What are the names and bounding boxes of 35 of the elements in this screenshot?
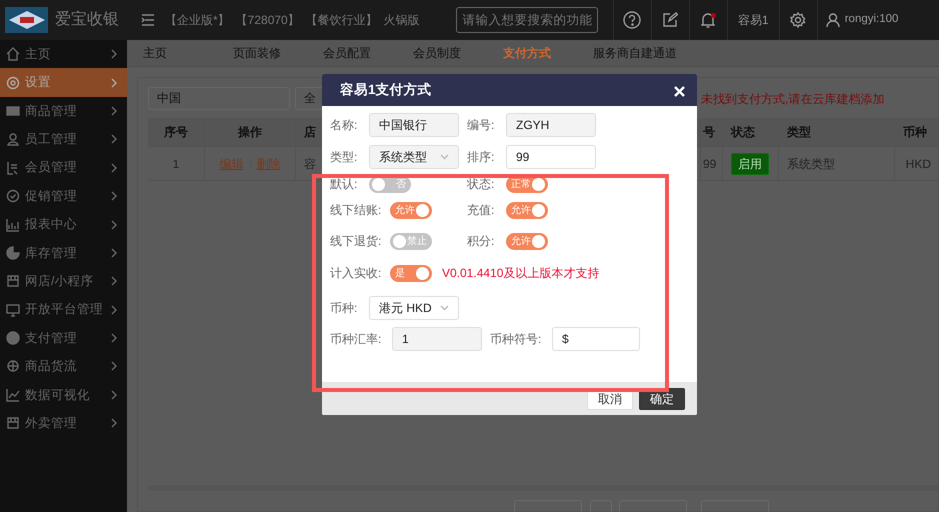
field-label: 充值: xyxy=(467,202,496,219)
notice-text: 未找到支付方式,请在云库建档添加 xyxy=(701,91,884,108)
field-label: 币种符号: xyxy=(490,331,542,348)
column-header: 币种 xyxy=(895,118,939,146)
column-header: 类型 xyxy=(779,118,895,146)
name-field: 中国银行 xyxy=(369,113,459,137)
field-label: 计入实收: xyxy=(330,265,382,282)
header-tag: 【餐饮行业】 xyxy=(306,11,378,29)
field-label: 类型: xyxy=(330,149,358,166)
table-cell: 99 xyxy=(701,147,723,180)
field-label: 币种: xyxy=(330,300,358,317)
header-tag: 【企业版*】 xyxy=(165,11,230,29)
column-header: 操作 xyxy=(205,118,296,146)
field-label: 币种汇率: xyxy=(330,331,382,348)
field-label: 编号: xyxy=(467,117,496,134)
logo-text: 爱宝收银 xyxy=(55,10,120,30)
header-tag: 【728070】 xyxy=(236,11,300,29)
table-cell: HKD xyxy=(895,147,939,180)
rate-field: 1 xyxy=(392,327,482,351)
column-header: 序号 xyxy=(148,118,205,146)
column-header: 号 xyxy=(701,118,723,146)
field-label: 线下结账: xyxy=(330,202,382,219)
field-label: 线下退货: xyxy=(330,233,382,250)
field-label: 积分: xyxy=(467,233,496,250)
field-label: 排序: xyxy=(467,149,496,166)
header-tag: 火锅版 xyxy=(384,11,420,29)
version-note: V0.01.4410及以上版本才支持 xyxy=(442,265,600,282)
field-label: 名称: xyxy=(330,117,358,134)
table-cell: 系统类型 xyxy=(779,147,895,180)
code-field: ZGYH xyxy=(506,113,596,137)
dialog-title: 容易1支付方式 xyxy=(340,80,433,99)
column-header: 状态 xyxy=(723,118,779,146)
search-placeholder: 请输入想要搜索的功能 xyxy=(462,12,593,29)
status-badge: 启用 xyxy=(731,152,769,174)
table-cell: 1 xyxy=(148,147,205,180)
